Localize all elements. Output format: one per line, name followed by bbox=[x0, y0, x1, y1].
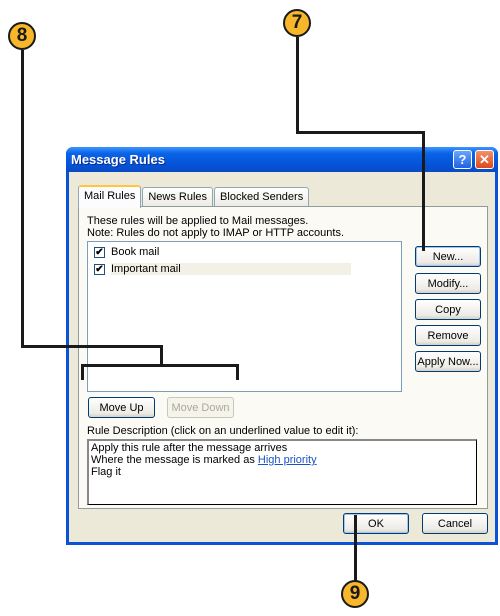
mail-rules-panel: These rules will be applied to Mail mess… bbox=[78, 206, 488, 509]
callout-7-line bbox=[296, 37, 299, 134]
tab-bar: Mail Rules News Rules Blocked Senders bbox=[78, 185, 310, 208]
callout-7-line bbox=[422, 131, 425, 251]
move-up-button[interactable]: Move Up bbox=[88, 397, 155, 418]
note-line-1: These rules will be applied to Mail mess… bbox=[87, 215, 309, 227]
apply-now-button[interactable]: Apply Now... bbox=[415, 351, 481, 372]
description-line-2-text: Where the message is marked as bbox=[91, 454, 258, 466]
rule-name: Important mail bbox=[111, 263, 351, 275]
callout-7-line bbox=[296, 131, 425, 134]
copy-button[interactable]: Copy bbox=[415, 299, 481, 320]
help-icon[interactable]: ? bbox=[453, 150, 472, 169]
cancel-button[interactable]: Cancel bbox=[422, 513, 488, 534]
callout-8-line bbox=[21, 50, 24, 348]
description-line-3: Flag it bbox=[91, 466, 121, 478]
modify-button[interactable]: Modify... bbox=[415, 273, 481, 294]
callout-9-line bbox=[354, 515, 357, 583]
rule-checkbox[interactable]: ✔ bbox=[94, 246, 105, 258]
list-item[interactable]: ✔ Book mail bbox=[94, 244, 384, 260]
tab-news-rules[interactable]: News Rules bbox=[142, 187, 214, 206]
rule-name: Book mail bbox=[111, 246, 160, 258]
remove-button[interactable]: Remove bbox=[415, 325, 481, 346]
window-title: Message Rules bbox=[71, 152, 165, 167]
callout-7: 7 bbox=[283, 9, 311, 37]
dialog-body: Mail Rules News Rules Blocked Senders Th… bbox=[69, 172, 495, 542]
move-down-button[interactable]: Move Down bbox=[167, 397, 234, 418]
rules-list[interactable]: ✔ Book mail ✔ Important mail bbox=[87, 241, 402, 392]
list-item[interactable]: ✔ Important mail bbox=[94, 261, 384, 277]
callout-8-bracket bbox=[81, 364, 239, 367]
description-line-1: Apply this rule after the message arrive… bbox=[91, 442, 288, 454]
rule-checkbox[interactable]: ✔ bbox=[94, 263, 105, 275]
title-bar[interactable]: Message Rules ? ✕ bbox=[66, 147, 498, 172]
callout-8-bracket bbox=[81, 364, 84, 380]
note-line-2: Note: Rules do not apply to IMAP or HTTP… bbox=[87, 227, 344, 239]
callout-8-line bbox=[21, 345, 163, 348]
rules-note: These rules will be applied to Mail mess… bbox=[87, 215, 344, 239]
ok-button[interactable]: OK bbox=[343, 513, 409, 534]
high-priority-link[interactable]: High priority bbox=[258, 454, 317, 466]
callout-8-bracket bbox=[236, 364, 239, 380]
rule-description-label: Rule Description (click on an underlined… bbox=[87, 425, 359, 437]
callout-9: 9 bbox=[341, 580, 369, 608]
callout-8: 8 bbox=[8, 22, 36, 50]
tab-blocked-senders[interactable]: Blocked Senders bbox=[214, 187, 310, 206]
close-icon[interactable]: ✕ bbox=[475, 150, 494, 169]
rule-description-box: Apply this rule after the message arrive… bbox=[87, 439, 477, 505]
tab-mail-rules[interactable]: Mail Rules bbox=[78, 185, 142, 208]
description-line-2: Where the message is marked as High prio… bbox=[91, 454, 474, 466]
